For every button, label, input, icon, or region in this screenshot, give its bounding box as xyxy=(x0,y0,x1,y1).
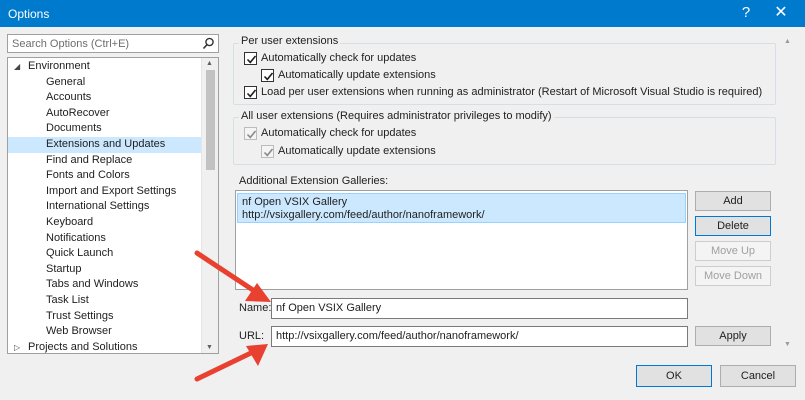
help-button[interactable]: ? xyxy=(733,3,759,23)
tree-item[interactable]: Fonts and Colors xyxy=(8,168,201,184)
check-icon xyxy=(246,55,257,64)
settings-scrollbar[interactable]: ▲ ▼ xyxy=(779,34,796,352)
checkbox-box[interactable] xyxy=(244,86,257,99)
tree-item[interactable]: ▷ Projects and Solutions xyxy=(8,340,201,353)
tree-item[interactable]: Trust Settings xyxy=(8,309,201,325)
delete-button[interactable]: Delete xyxy=(695,216,771,236)
checkbox-label: Load per user extensions when running as… xyxy=(261,86,763,98)
tree-item-label: Projects and Solutions xyxy=(28,340,138,353)
tree-item[interactable]: ◢ Environment xyxy=(8,59,201,75)
tree-item[interactable]: Keyboard xyxy=(8,215,201,231)
tree-item-label: Extensions and Updates xyxy=(46,138,166,150)
tree-item-label: Fonts and Colors xyxy=(46,169,130,182)
list-item[interactable]: nf Open VSIX Gallery http://vsixgallery.… xyxy=(237,193,686,223)
tree-item-label: AutoRecover xyxy=(46,106,110,119)
scroll-down-icon[interactable]: ▼ xyxy=(206,344,213,351)
checkbox-label: Automatically update extensions xyxy=(278,69,436,81)
expander-icon[interactable]: ◢ xyxy=(14,59,20,75)
tree-item[interactable]: General xyxy=(8,75,201,91)
tree-item[interactable]: Import and Export Settings xyxy=(8,184,201,200)
checkbox-box[interactable] xyxy=(244,52,257,65)
url-label: URL: xyxy=(239,330,265,342)
gallery-item-url: http://vsixgallery.com/feed/author/nanof… xyxy=(242,209,485,221)
galleries-title: Additional Extension Galleries: xyxy=(239,175,389,187)
checkbox-box[interactable] xyxy=(244,127,257,140)
tree-item[interactable]: Startup xyxy=(8,262,201,278)
tree-item[interactable]: Extensions and Updates xyxy=(8,137,201,153)
name-field[interactable]: nf Open VSIX Gallery xyxy=(271,298,688,319)
tree-item[interactable]: Find and Replace xyxy=(8,153,201,169)
ok-button[interactable]: OK xyxy=(636,365,712,387)
name-label: Name: xyxy=(239,302,272,314)
all-user-title: All user extensions (Requires administra… xyxy=(239,110,554,122)
tree-item-label: Find and Replace xyxy=(46,153,133,166)
check-icon xyxy=(246,130,257,139)
cancel-button[interactable]: Cancel xyxy=(720,365,796,387)
tree-item-label: Accounts xyxy=(46,91,92,104)
options-tree[interactable]: ◢ Environment General Accounts AutoRecover Do… xyxy=(7,57,219,354)
per-user-title: Per user extensions xyxy=(239,35,341,47)
tree-item[interactable]: Accounts xyxy=(8,90,201,106)
apply-button[interactable]: Apply xyxy=(695,326,771,346)
title-bar: Options ? ✕ xyxy=(0,0,805,27)
tree-item[interactable]: Task List xyxy=(8,293,201,309)
tree-item[interactable]: Notifications xyxy=(8,231,201,247)
tree-item-label: Trust Settings xyxy=(46,309,114,322)
tree-item-label: Quick Launch xyxy=(46,247,114,260)
scroll-down-icon[interactable]: ▼ xyxy=(784,341,791,348)
expander-icon[interactable]: ▷ xyxy=(14,340,20,353)
checkbox-label: Automatically update extensions xyxy=(278,145,436,157)
tree-item[interactable]: Tabs and Windows xyxy=(8,277,201,293)
tree-item-label: Environment xyxy=(28,60,90,72)
check-icon xyxy=(246,89,257,98)
tree-item-label: Keyboard xyxy=(46,216,94,228)
search-input[interactable]: Search Options (Ctrl+E) xyxy=(7,34,219,53)
tree-item-label: General xyxy=(46,75,86,88)
gallery-item-name: nf Open VSIX Gallery xyxy=(242,196,348,208)
tree-item[interactable]: Quick Launch xyxy=(8,246,201,262)
tree-item-label: Tabs and Windows xyxy=(46,278,139,291)
tree-item-label: Startup xyxy=(46,262,82,275)
move-up-button[interactable]: Move Up xyxy=(695,241,771,261)
search-icon[interactable] xyxy=(202,37,215,50)
checkbox-box[interactable] xyxy=(261,145,274,158)
tree-item[interactable]: AutoRecover xyxy=(8,106,201,122)
tree-item-label: Import and Export Settings xyxy=(46,184,177,197)
scroll-up-icon[interactable]: ▲ xyxy=(784,38,791,45)
search-placeholder: Search Options (Ctrl+E) xyxy=(12,38,130,50)
check-icon xyxy=(263,148,274,157)
tree-item-label: Documents xyxy=(46,122,102,135)
checkbox-label: Automatically check for updates xyxy=(261,52,417,64)
tree-scrollbar[interactable]: ▲ ▼ xyxy=(201,58,218,353)
tree-item[interactable]: Documents xyxy=(8,121,201,137)
tree-item-label: International Settings xyxy=(46,200,150,213)
url-field[interactable]: http://vsixgallery.com/feed/author/nanof… xyxy=(271,326,688,347)
tree-item-label: Notifications xyxy=(46,231,106,244)
tree-item-label: Web Browser xyxy=(46,325,112,338)
checkbox-box[interactable] xyxy=(261,69,274,82)
add-button[interactable]: Add xyxy=(695,191,771,211)
check-icon xyxy=(263,72,274,81)
scroll-up-icon[interactable]: ▲ xyxy=(206,60,213,67)
tree-scroll-thumb[interactable] xyxy=(206,70,215,170)
move-down-button[interactable]: Move Down xyxy=(695,266,771,286)
close-button[interactable]: ✕ xyxy=(768,3,794,23)
window-title: Options xyxy=(8,7,50,21)
checkbox-label: Automatically check for updates xyxy=(261,127,417,139)
tree-item[interactable]: International Settings xyxy=(8,199,201,215)
tree-item[interactable]: Web Browser xyxy=(8,324,201,340)
gallery-list[interactable]: nf Open VSIX Gallery http://vsixgallery.… xyxy=(235,190,688,290)
tree-item-label: Task List xyxy=(46,294,89,306)
